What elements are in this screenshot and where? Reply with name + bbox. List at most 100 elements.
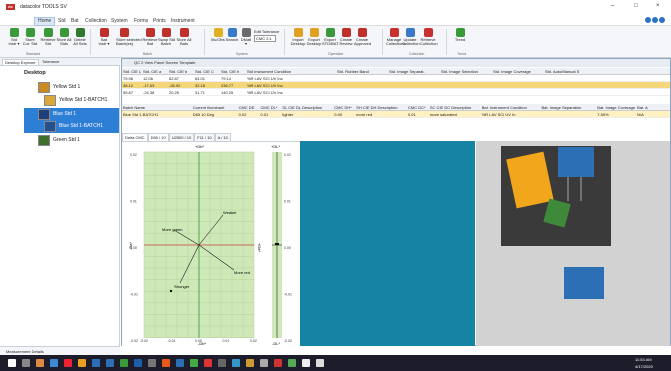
tab-d65-10[interactable]: D65 / 10	[147, 133, 169, 141]
bat-grid-column-header[interactable]: CMC DC*	[407, 104, 429, 110]
powerpoint-taskbar-icon[interactable]	[162, 359, 170, 367]
app-green-taskbar-icon[interactable]	[190, 359, 198, 367]
bat-grid-column-header[interactable]: SL CIE DL Description	[281, 104, 333, 110]
menu-prints[interactable]: Prints	[153, 18, 166, 24]
manage-collections-button[interactable]: Manage Collections	[386, 28, 406, 47]
menu-std[interactable]: Std	[58, 18, 66, 24]
bat-grid-column-header[interactable]: SC CIE DC Description	[429, 104, 481, 110]
excel-taskbar-icon[interactable]	[120, 359, 128, 367]
help-icon[interactable]	[659, 17, 665, 23]
delete-all-stds-button[interactable]: Delete All Stds	[72, 28, 88, 47]
bat-grid-column-header[interactable]: Bat. Image Separation	[540, 104, 596, 110]
std-grid-column-header[interactable]: Std. Auto/Manual S	[544, 68, 584, 74]
menu-bat[interactable]: Bat	[71, 18, 79, 24]
retrieve-collection-button[interactable]: Retrieve Collection	[420, 28, 438, 47]
create-approved-button[interactable]: Create Approved	[354, 28, 371, 47]
onedrive-taskbar-icon[interactable]	[176, 359, 184, 367]
outlook-taskbar-icon[interactable]	[106, 359, 114, 367]
app-red-taskbar-icon[interactable]	[274, 359, 282, 367]
start-taskbar-icon[interactable]	[8, 359, 16, 367]
minimize-button[interactable]: –	[611, 3, 614, 9]
std-grid-column-header[interactable]: Std. CIE C	[194, 68, 220, 74]
tree-root-desktop[interactable]: Desktop	[24, 70, 46, 76]
menu-forms[interactable]: Forms	[134, 18, 148, 24]
datacolor-taskbar-icon[interactable]	[204, 359, 212, 367]
bat-grid-column-header[interactable]: CMC DL*	[260, 104, 282, 110]
word-taskbar-icon[interactable]	[92, 359, 100, 367]
create-review-button[interactable]: Create Review	[338, 28, 354, 47]
app-gear-taskbar-icon[interactable]	[316, 359, 324, 367]
menu-instrument[interactable]: Instrument	[171, 18, 195, 24]
bat-grid-column-header[interactable]: CMC DE	[238, 104, 260, 110]
file-explorer-taskbar-icon[interactable]	[78, 359, 86, 367]
store-all-stds-button[interactable]: Store All Stds	[56, 28, 72, 47]
task-view-taskbar-icon[interactable]	[36, 359, 44, 367]
import-desktop-button[interactable]: Import Desktop	[290, 28, 306, 47]
export-desktop-button[interactable]: Export Desktop	[306, 28, 322, 47]
measurement-details-bar[interactable]: Measurement Details	[0, 346, 120, 355]
std-grid-column-header[interactable]: Std. Image Selection	[440, 68, 492, 74]
std-grid-column-header[interactable]: Std. Rubber Band	[336, 68, 388, 74]
bat-grid-column-header[interactable]: Bat. Instrument Condition	[481, 104, 541, 110]
app-light-taskbar-icon[interactable]	[260, 359, 268, 367]
edit-tolerance-button[interactable]: Edit Tolerance	[254, 29, 279, 34]
edge-taskbar-icon[interactable]	[50, 359, 58, 367]
tree-item-green-std[interactable]: Green Std 1	[53, 137, 80, 143]
app-blue-taskbar-icon[interactable]	[232, 359, 240, 367]
chrome-taskbar-icon[interactable]	[64, 359, 72, 367]
search-taskbar-icon[interactable]	[22, 359, 30, 367]
app-white-taskbar-icon[interactable]	[302, 359, 310, 367]
tree-item-blue-std[interactable]: Blue Std 1	[53, 111, 76, 117]
app-gray-taskbar-icon[interactable]	[218, 359, 226, 367]
std-grid-column-header[interactable]: Std. CIE h	[220, 68, 246, 74]
tab-delta-cmc[interactable]: Delta CMC	[122, 133, 148, 141]
retrieve-bat-button[interactable]: Retrieve Bat	[142, 28, 158, 47]
std-grid-column-header[interactable]: Std. CIE b	[168, 68, 194, 74]
menu-system[interactable]: System	[111, 18, 128, 24]
tree-item-yellow-batch[interactable]: Yellow Std 1-BATCH1	[59, 97, 107, 103]
bat-grid-column-header[interactable]: Bat. A	[636, 104, 670, 110]
std-grid-column-header[interactable]: Std. CIE L	[122, 68, 142, 74]
settings-icon[interactable]	[652, 17, 658, 23]
tab-a-10[interactable]: A / 10	[214, 133, 231, 141]
store-cur-std-button[interactable]: Store Cur. Std	[22, 28, 38, 47]
trend-button[interactable]: Trend	[452, 28, 468, 42]
tree-item-blue-batch[interactable]: Blue Std 1-BATCH1	[59, 123, 103, 129]
bat-grid-row[interactable]: Blue Std 1-BATCH1 D65 10 Deg 0.02 0.01 light…	[122, 111, 670, 118]
std-grid-row[interactable]: 79.96 12.06 62.87 64.01 79.14 %R LAV SCI UV I…	[122, 75, 670, 82]
export-std-bat-button[interactable]: Export STD/BAT	[322, 28, 339, 47]
retrieve-std-button[interactable]: Retrieve Std	[40, 28, 56, 47]
app-yellow-taskbar-icon[interactable]	[246, 359, 254, 367]
app-green2-taskbar-icon[interactable]	[288, 359, 296, 367]
std-grid-column-header[interactable]: Std. Image Coverage	[492, 68, 544, 74]
bat-grid-column-header[interactable]: CMC DH*	[333, 104, 355, 110]
tab-desktop-explorer[interactable]: Desktop Explorer	[2, 59, 39, 65]
std-grid-row[interactable]: 48.12 -17.63 -26.92 32.18 236.77 %R LAV SCI U…	[122, 82, 670, 89]
maximize-button[interactable]: □	[634, 3, 638, 9]
std-grid-column-header[interactable]: Std Instrument Condition	[246, 68, 336, 74]
info-icon[interactable]	[645, 17, 651, 23]
tab-f11-10[interactable]: F11 / 10	[194, 133, 215, 141]
store-selected-batches-button[interactable]: Store selected Batch(es)	[116, 28, 142, 47]
tolerance-select[interactable]: CMC 2:1	[254, 35, 276, 42]
menu-home[interactable]: Home	[34, 17, 56, 26]
store-all-bats-button[interactable]: Store All Bats	[176, 28, 192, 47]
teams-taskbar-icon[interactable]	[134, 359, 142, 367]
update-collection-button[interactable]: Update Collection	[402, 28, 420, 47]
bat-grid-column-header[interactable]: Batch Name	[122, 104, 192, 110]
std-grid-column-header[interactable]: Std. Image Separat.	[388, 68, 440, 74]
std-grid-row[interactable]: 55.87 -24.38 20.26 31.71 140.25 %R LAV SCI UV…	[122, 89, 670, 96]
std-instr-button[interactable]: Std Instr ▾	[6, 28, 22, 47]
bat-grid-column-header[interactable]: Bat. Image Coverage	[596, 104, 636, 110]
std-grid-column-header[interactable]: Std. CIE a	[142, 68, 168, 74]
close-button[interactable]: ×	[656, 3, 660, 9]
dmatl-button[interactable]: DMatl ▾	[238, 28, 254, 47]
tab-tolerance[interactable]: Tolerance	[40, 59, 61, 64]
settings-taskbar-icon[interactable]	[148, 359, 156, 367]
bat-instr-button[interactable]: Bat Instr ▾	[96, 28, 112, 47]
menu-collection[interactable]: Collection	[85, 18, 107, 24]
swap-std-batch-button[interactable]: Swap Std Batch	[158, 28, 175, 47]
tree-item-yellow-std[interactable]: Yellow Std 1	[53, 84, 80, 90]
bat-grid-column-header[interactable]: Current Illuminant	[192, 104, 238, 110]
bat-grid-column-header[interactable]: SH CIE DH Description	[355, 104, 407, 110]
